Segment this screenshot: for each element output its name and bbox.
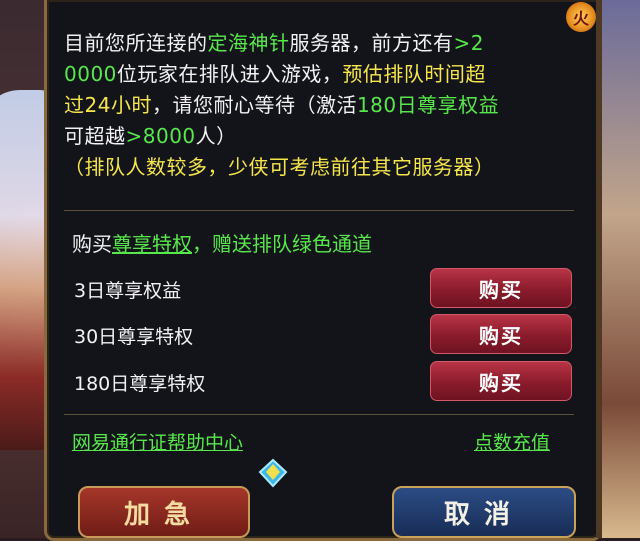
- purchase-title-bonus: ，赠送排队绿色通道: [192, 232, 372, 256]
- purchase-row: 30日尊享特权 购买: [74, 314, 584, 354]
- vip-privilege-link[interactable]: 尊享特权: [112, 232, 192, 256]
- queue-ahead-count-cont: 0000: [64, 62, 117, 86]
- buy-180-day-button[interactable]: 购买: [430, 361, 572, 401]
- divider: [64, 210, 574, 211]
- accelerate-button[interactable]: 加急: [78, 486, 250, 538]
- purchase-title: 购买尊享特权，赠送排队绿色通道: [72, 228, 372, 257]
- right-character-artwork: [600, 0, 640, 538]
- buy-3-day-button[interactable]: 购买: [430, 268, 572, 308]
- vip-benefit: 180日尊享权益: [356, 93, 500, 117]
- help-center-link[interactable]: 网易通行证帮助中心: [72, 428, 243, 455]
- message-text: 可超越: [64, 124, 126, 148]
- skip-count: >8000: [125, 124, 196, 148]
- purchase-row: 180日尊享特权 购买: [74, 361, 584, 401]
- message-text: ，请您耐心等待（激活: [151, 93, 357, 117]
- queue-ahead-count: >2: [453, 31, 484, 55]
- gem-icon: [258, 458, 288, 488]
- dialog-frame-edge: [596, 0, 602, 538]
- purchase-row: 3日尊享权益 购买: [74, 268, 584, 308]
- message-text: 位玩家在排队进入游戏，: [116, 62, 343, 86]
- buy-30-day-button[interactable]: 购买: [430, 314, 572, 354]
- purchase-title-text: 购买: [72, 232, 112, 256]
- message-text: 目前您所连接的: [64, 31, 208, 55]
- cancel-button[interactable]: 取消: [392, 486, 576, 538]
- queue-message: 目前您所连接的定海神针服务器，前方还有>2 0000位玩家在排队进入游戏，预估排…: [64, 28, 584, 183]
- recharge-link[interactable]: 点数充值: [474, 428, 550, 455]
- purchase-item-label: 30日尊享特权: [74, 326, 194, 348]
- wait-estimate-cont: 过24小时: [64, 93, 152, 117]
- server-hint: （排队人数较多，少侠可考虑前往其它服务器）: [64, 155, 495, 179]
- divider: [64, 414, 574, 415]
- message-text: 服务器，前方还有: [289, 31, 454, 55]
- purchase-item-label: 3日尊享权益: [74, 280, 182, 302]
- purchase-item-label: 180日尊享特权: [74, 373, 206, 395]
- message-text: 人）: [195, 124, 237, 148]
- wait-estimate: 预估排队时间超: [342, 62, 486, 86]
- server-name: 定海神针: [207, 31, 290, 55]
